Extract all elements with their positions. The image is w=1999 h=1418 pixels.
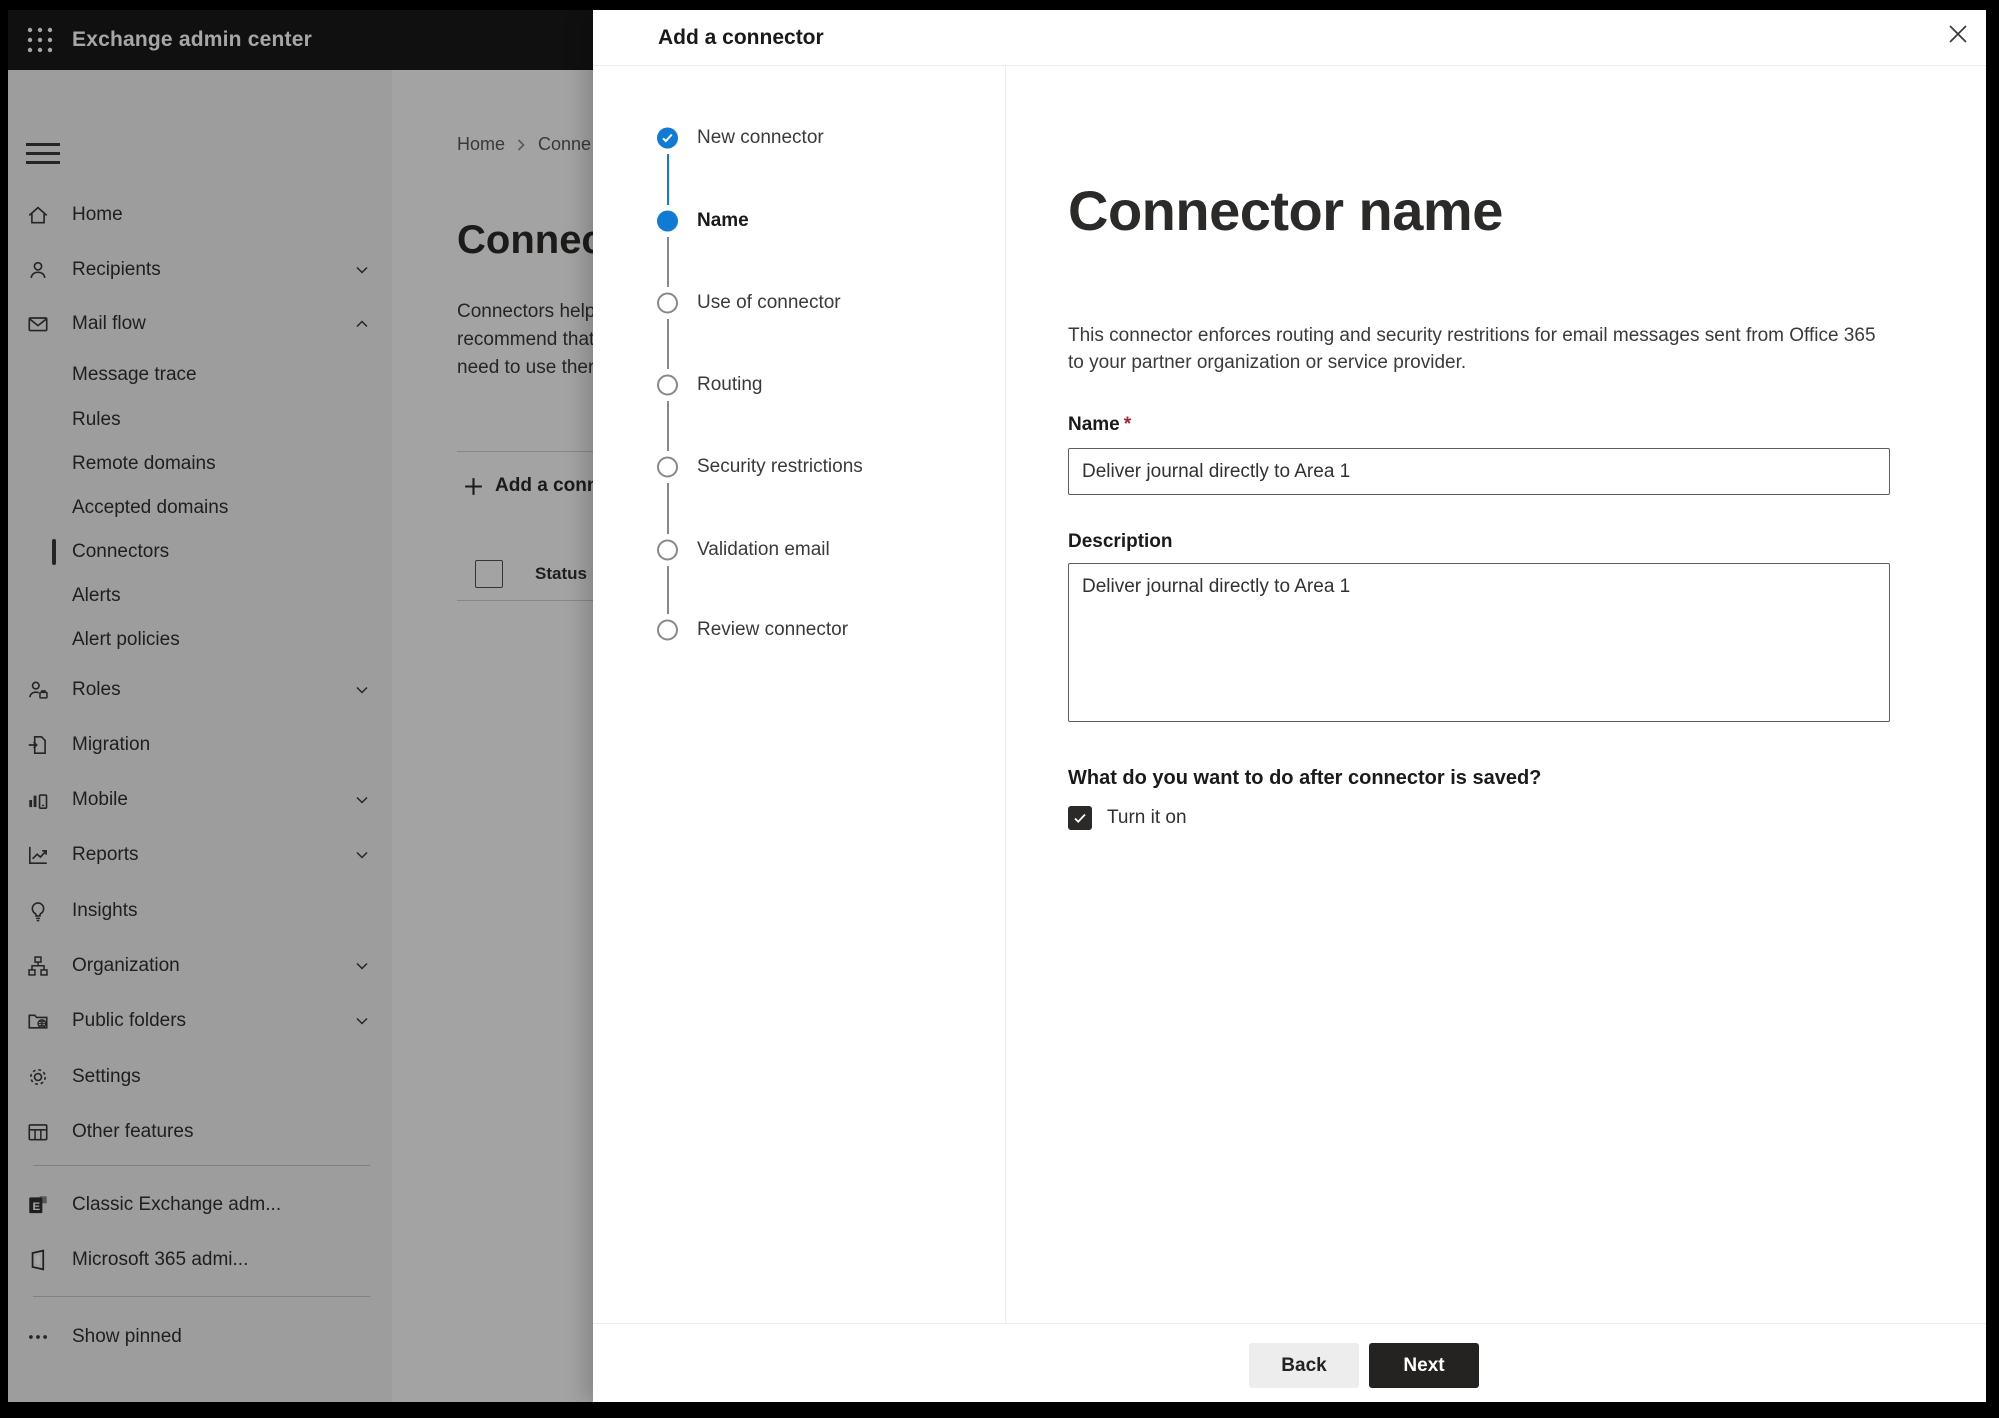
checkbox-checked-icon[interactable] (1068, 806, 1092, 830)
step-completed-circle (657, 127, 678, 149)
step-todo-circle (657, 619, 678, 641)
step-description: This connector enforces routing and secu… (1068, 325, 1876, 373)
step-label: Review connector (697, 619, 849, 640)
turn-it-on-label: Turn it on (1107, 807, 1187, 828)
description-field-label: Description (1068, 531, 1173, 552)
step-todo-circle (657, 456, 678, 478)
after-save-question: What do you want to do after connector i… (1068, 767, 1542, 789)
step-connector-line (667, 566, 669, 614)
step-label: New connector (697, 127, 824, 148)
step-active-circle (657, 210, 678, 232)
add-connector-dialog: Add a connector New connector Name Use of … (593, 10, 1986, 1402)
step-connector-line (667, 401, 669, 451)
required-asterisk: * (1123, 414, 1132, 435)
step-connector-line (667, 319, 669, 369)
step-connector-line (667, 237, 669, 287)
step-connector-line (667, 154, 669, 205)
dialog-title: Add a connector (658, 26, 824, 49)
dialog-header: Add a connector (593, 10, 1986, 66)
footer-divider (593, 1323, 1986, 1324)
next-button[interactable]: Next (1369, 1343, 1479, 1388)
back-button[interactable]: Back (1249, 1343, 1359, 1388)
wizard-step-name[interactable]: Name (648, 200, 993, 242)
wizard-step-review-connector[interactable]: Review connector (648, 609, 993, 651)
connector-name-input[interactable] (1068, 448, 1890, 495)
wizard-stepper: New connector Name Use of connector Routing… (593, 65, 1006, 1323)
step-todo-circle (657, 374, 678, 396)
screen: Exchange admin center Home Recipients Mail… (0, 0, 1999, 1418)
connector-description-textarea[interactable]: Deliver journal directly to Area 1 (1068, 563, 1890, 722)
step-todo-circle (657, 539, 678, 561)
step-todo-circle (657, 292, 678, 314)
step-label: Use of connector (697, 292, 841, 313)
name-field-label: Name * (1068, 414, 1132, 435)
step-heading: Connector name (1068, 179, 1503, 242)
step-label: Routing (697, 374, 763, 395)
close-icon[interactable] (1945, 21, 1971, 47)
wizard-step-routing[interactable]: Routing (648, 364, 993, 406)
step-connector-line (667, 483, 669, 534)
wizard-step-new-connector[interactable]: New connector (648, 117, 993, 159)
wizard-step-use-of-connector[interactable]: Use of connector (648, 282, 993, 324)
wizard-step-security-restrictions[interactable]: Security restrictions (648, 446, 993, 488)
wizard-step-validation-email[interactable]: Validation email (648, 529, 993, 571)
step-label: Security restrictions (697, 456, 863, 477)
turn-it-on-checkbox-row[interactable]: Turn it on (1068, 801, 1187, 835)
step-label: Validation email (697, 539, 830, 560)
step-label: Name (697, 210, 749, 231)
